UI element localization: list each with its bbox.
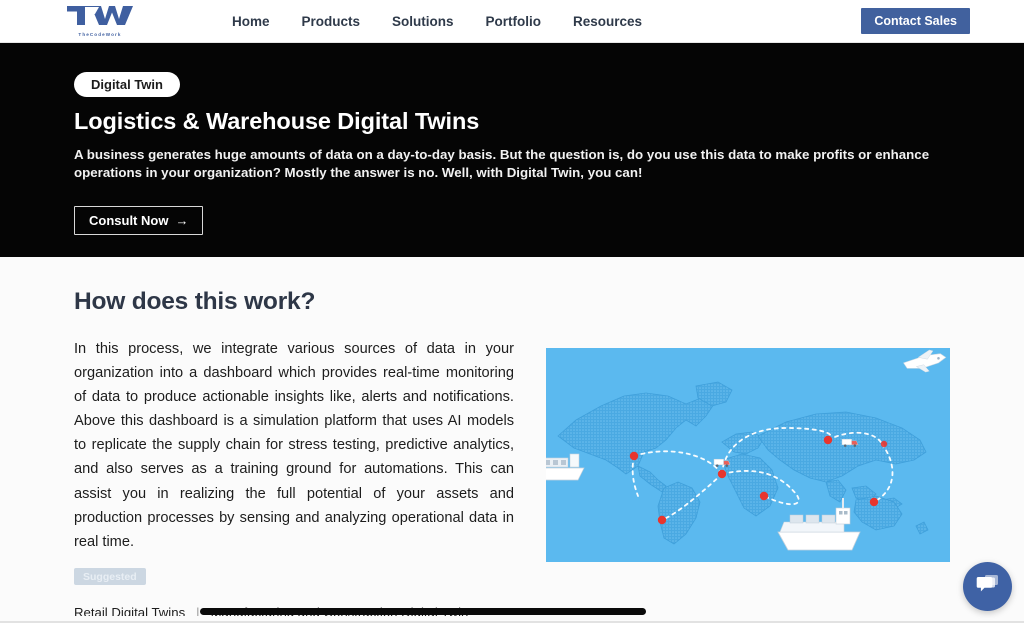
world-map-illustration — [546, 348, 950, 562]
logo-wordmark: TheCodeWork — [78, 32, 122, 38]
chat-bubbles-icon — [976, 573, 1000, 600]
primary-nav: Home Products Solutions Portfolio Resour… — [230, 0, 644, 43]
section-heading: How does this work? — [74, 288, 316, 315]
page-title: Logistics & Warehouse Digital Twins — [74, 108, 480, 134]
brand-logo[interactable]: TheCodeWork — [55, 3, 145, 39]
nav-link-solutions[interactable]: Solutions — [390, 10, 456, 33]
horizontal-scrollbar-thumb[interactable] — [200, 608, 646, 615]
page-root: TheCodeWork Home Products Solutions Port… — [0, 0, 1024, 623]
nav-link-home[interactable]: Home — [230, 10, 272, 33]
hero-description: A business generates huge amounts of dat… — [74, 147, 930, 180]
arrow-right-icon: → — [175, 213, 189, 228]
hero-category-badge[interactable]: Digital Twin — [74, 72, 180, 97]
contact-sales-button[interactable]: Contact Sales — [861, 8, 970, 34]
consult-now-label: Consult Now — [89, 213, 169, 228]
how-it-works-section: How does this work? In this process, we … — [0, 257, 1024, 623]
chat-widget-button[interactable] — [963, 562, 1012, 611]
hero-section: Digital Twin Logistics & Warehouse Digit… — [0, 43, 1024, 257]
suggested-badge: Suggested — [74, 568, 146, 585]
consult-now-button[interactable]: Consult Now → — [74, 206, 204, 235]
nav-link-products[interactable]: Products — [300, 10, 363, 33]
nav-link-portfolio[interactable]: Portfolio — [484, 10, 544, 33]
top-navbar: TheCodeWork Home Products Solutions Port… — [0, 0, 1024, 43]
nav-link-resources[interactable]: Resources — [571, 10, 644, 33]
cargo-ship-left-icon — [546, 453, 585, 481]
logo-mark-icon — [65, 4, 135, 32]
logistics-map-figure — [546, 348, 950, 562]
section-body-text: In this process, we integrate various so… — [74, 341, 514, 550]
